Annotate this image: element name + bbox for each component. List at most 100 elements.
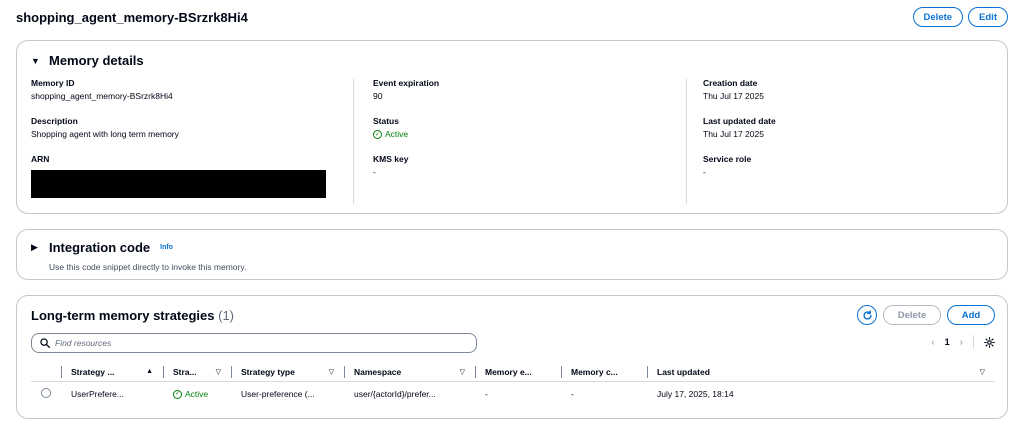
caret-right-icon: ▶ <box>31 242 38 252</box>
description-label: Description <box>31 116 78 126</box>
strategy-type-cell: User-preference (... <box>241 389 315 399</box>
kms-key-value: - <box>373 167 376 177</box>
description-field: Description Shopping agent with long ter… <box>31 116 351 140</box>
strategies-count: (1) <box>218 308 235 323</box>
memory-details-header[interactable]: ▼ Memory details <box>31 53 144 68</box>
refresh-icon <box>862 309 872 320</box>
arn-redacted-value <box>31 170 326 198</box>
status-text: Active <box>185 389 209 399</box>
row-select-cell <box>31 388 61 400</box>
sort-ascending-icon: ▲ <box>146 368 153 375</box>
column-label: Memory c... <box>571 366 618 377</box>
search-box <box>31 333 477 353</box>
creation-date-label: Creation date <box>703 78 758 88</box>
column-header-strategy-type[interactable]: Strategy type ▽ <box>231 365 344 379</box>
column-label: Last updated <box>657 366 710 377</box>
edit-memory-button[interactable]: Edit <box>968 7 1008 27</box>
select-column-header <box>31 365 61 379</box>
pagination: ‹ 1 › <box>931 335 995 349</box>
column-label: Strategy ... <box>71 366 115 377</box>
details-column-1: Memory ID shopping_agent_memory-BSrzrk8H… <box>31 78 351 212</box>
last-updated-date-value: Thu Jul 17 2025 <box>703 129 764 139</box>
status-cell: ✓ Active <box>163 389 231 399</box>
column-label: Stra... <box>173 366 197 377</box>
strategies-actions: Delete Add <box>857 305 995 325</box>
memory-e-cell: - <box>485 389 488 399</box>
status-value: ✓ Active <box>373 129 408 140</box>
delete-memory-button[interactable]: Delete <box>912 7 964 27</box>
column-divider <box>353 79 354 204</box>
column-label: Namespace <box>354 366 402 377</box>
info-link[interactable]: Info <box>160 244 173 251</box>
integration-code-title: Integration code <box>49 240 151 255</box>
table-header: Strategy ... ▲ Stra... ▽ Strategy type ▽… <box>31 362 995 382</box>
current-page-number[interactable]: 1 <box>945 337 950 347</box>
description-value: Shopping agent with long term memory <box>31 129 179 139</box>
delete-strategy-button[interactable]: Delete <box>883 305 941 325</box>
sort-down-icon: ▽ <box>979 368 985 376</box>
details-column-3: Creation date Thu Jul 17 2025 Last updat… <box>703 78 1003 192</box>
column-header-status[interactable]: Stra... ▽ <box>163 365 231 379</box>
column-label: Memory e... <box>485 366 532 377</box>
page-header: shopping_agent_memory-BSrzrk8Hi4 Delete … <box>16 6 1008 28</box>
kms-key-field: KMS key - <box>373 154 673 178</box>
service-role-value: - <box>703 167 706 177</box>
creation-date-field: Creation date Thu Jul 17 2025 <box>703 78 1003 102</box>
memory-id-value: shopping_agent_memory-BSrzrk8Hi4 <box>31 91 173 101</box>
arn-field: ARN <box>31 154 351 198</box>
caret-down-icon: ▼ <box>31 55 40 66</box>
success-check-icon: ✓ <box>373 130 382 139</box>
page-title: shopping_agent_memory-BSrzrk8Hi4 <box>16 9 248 25</box>
kms-key-label: KMS key <box>373 154 409 164</box>
row-radio-button[interactable] <box>41 388 51 398</box>
arn-label: ARN <box>31 154 50 164</box>
integration-code-header[interactable]: ▶ Integration code Info <box>31 240 173 255</box>
table-row[interactable]: UserPrefere... ✓ Active User-preference … <box>31 384 995 404</box>
last-updated-date-field: Last updated date Thu Jul 17 2025 <box>703 116 1003 140</box>
column-header-strategy-name[interactable]: Strategy ... ▲ <box>61 365 163 379</box>
memory-c-cell: - <box>571 389 574 399</box>
creation-date-value: Thu Jul 17 2025 <box>703 91 764 101</box>
column-header-memory-e[interactable]: Memory e... <box>475 365 561 379</box>
integration-description: Use this code snippet directly to invoke… <box>49 262 247 272</box>
status-field: Status ✓ Active <box>373 116 673 140</box>
last-updated-cell: July 17, 2025, 18:14 <box>657 389 734 399</box>
status-label: Status <box>373 116 399 126</box>
memory-id-field: Memory ID shopping_agent_memory-BSrzrk8H… <box>31 78 351 102</box>
previous-page-icon[interactable]: ‹ <box>931 337 934 348</box>
event-expiration-field: Event expiration 90 <box>373 78 673 102</box>
sort-down-icon: ▽ <box>459 368 465 376</box>
column-divider <box>686 79 687 204</box>
status-text: Active <box>385 129 409 139</box>
strategies-title: Long-term memory strategies (1) <box>31 308 234 323</box>
strategy-name-cell: UserPrefere... <box>71 389 124 399</box>
last-updated-date-label: Last updated date <box>703 116 776 126</box>
success-check-icon: ✓ <box>173 389 182 399</box>
sort-down-icon: ▽ <box>328 368 334 376</box>
memory-id-label: Memory ID <box>31 78 75 88</box>
column-header-memory-c[interactable]: Memory c... <box>561 365 647 379</box>
details-column-2: Event expiration 90 Status ✓ Active KMS … <box>373 78 673 192</box>
sort-down-icon: ▽ <box>215 368 221 376</box>
column-header-last-updated[interactable]: Last updated ▽ <box>647 365 995 379</box>
add-strategy-button[interactable]: Add <box>947 305 995 325</box>
event-expiration-value: 90 <box>373 91 383 101</box>
service-role-label: Service role <box>703 154 752 164</box>
event-expiration-label: Event expiration <box>373 78 440 88</box>
column-header-namespace[interactable]: Namespace ▽ <box>344 365 475 379</box>
memory-details-title: Memory details <box>49 53 144 68</box>
integration-code-panel: ▶ Integration code Info Use this code sn… <box>16 229 1008 280</box>
column-label: Strategy type <box>241 366 295 377</box>
refresh-button[interactable] <box>857 305 877 325</box>
search-input[interactable] <box>55 338 455 348</box>
header-actions: Delete Edit <box>912 7 1008 27</box>
memory-details-panel: ▼ Memory details Memory ID shopping_agen… <box>16 40 1008 214</box>
service-role-field: Service role - <box>703 154 1003 178</box>
search-icon <box>40 338 50 348</box>
strategies-header: Long-term memory strategies (1) <box>31 308 234 323</box>
gear-icon[interactable] <box>984 336 995 348</box>
next-page-icon[interactable]: › <box>960 337 963 348</box>
namespace-cell: user/{actorId}/prefer... <box>354 389 436 399</box>
strategies-panel: Long-term memory strategies (1) Delete A… <box>16 295 1008 419</box>
strategies-title-text: Long-term memory strategies <box>31 308 215 323</box>
